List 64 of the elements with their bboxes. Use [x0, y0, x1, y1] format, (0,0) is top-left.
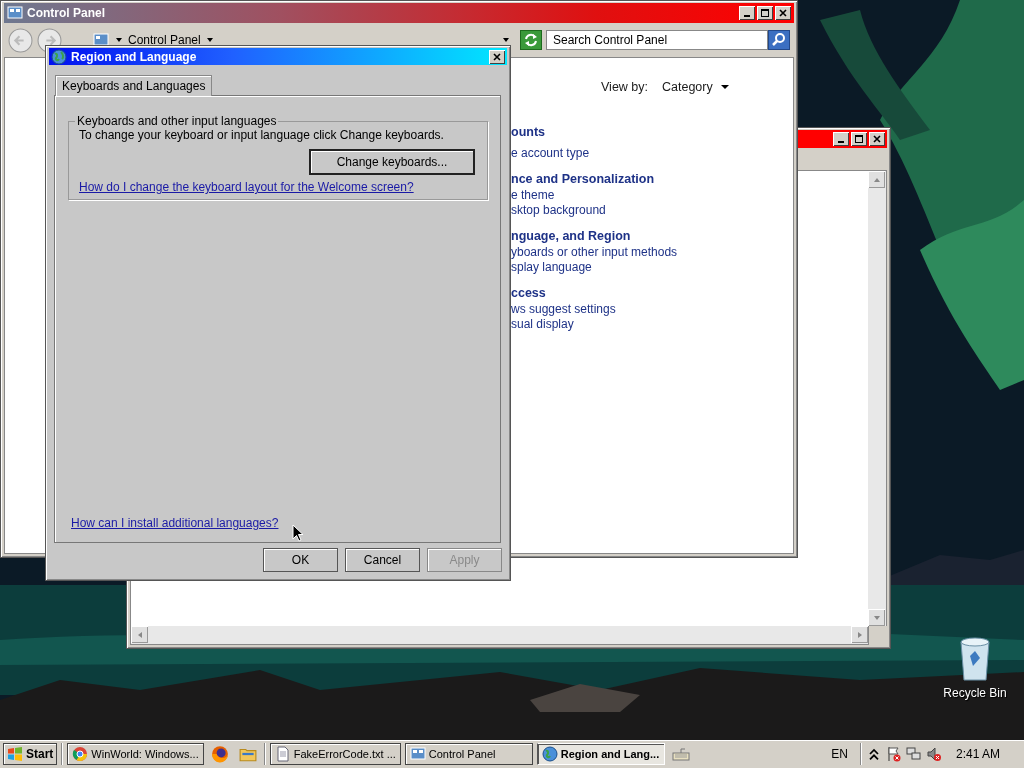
search-field[interactable]: Search Control Panel — [546, 30, 768, 50]
close-icon — [872, 134, 882, 144]
windows-logo-icon — [7, 746, 23, 762]
taskbar-button[interactable]: Control Panel — [404, 743, 533, 765]
tab[interactable]: Keyboards and Languages — [55, 75, 213, 96]
maximize-button[interactable] — [851, 132, 867, 146]
speaker-muted-icon[interactable] — [925, 746, 942, 762]
breadcrumb[interactable]: Control Panel — [128, 33, 201, 47]
category-link[interactable]: sktop background — [511, 203, 606, 218]
category-link[interactable]: e account type — [511, 146, 590, 161]
vertical-scrollbar[interactable] — [868, 171, 886, 626]
window-title: Control Panel — [27, 6, 105, 20]
close-button[interactable] — [489, 49, 505, 64]
maximize-button[interactable] — [757, 6, 773, 20]
clock[interactable]: 2:41 AM — [955, 747, 1000, 761]
recycle-bin-icon[interactable] — [957, 636, 993, 682]
help-link[interactable]: How do I change the keyboard layout for the Welcome screen? — [79, 180, 414, 194]
horizontal-scrollbar[interactable] — [130, 626, 869, 645]
group-title: Keyboards and other input languages — [76, 114, 278, 128]
minimize-button[interactable] — [739, 6, 755, 20]
network-icon[interactable] — [905, 746, 922, 762]
desktop-icon-label[interactable]: Recycle Bin — [943, 686, 1007, 700]
control-panel-icon — [409, 746, 426, 762]
dialog-button[interactable]: Cancel — [345, 548, 420, 572]
close-icon — [492, 51, 502, 62]
control-panel-icon — [7, 5, 23, 21]
minimize-button[interactable] — [833, 132, 849, 146]
category-link[interactable]: yboards or other input methods — [511, 245, 678, 260]
language-indicator[interactable]: EN — [831, 747, 848, 761]
minimize-icon — [744, 14, 750, 17]
category-link[interactable]: ws suggest settings — [511, 302, 616, 317]
taskbar-button[interactable]: FakeErrorCode.txt ... — [269, 743, 401, 765]
close-button[interactable] — [775, 6, 791, 20]
flag-icon[interactable] — [885, 746, 902, 762]
close-icon — [778, 8, 788, 18]
category-heading[interactable]: ounts — [511, 124, 546, 141]
category-link[interactable]: sual display — [511, 317, 574, 332]
close-button[interactable] — [869, 132, 885, 146]
document-icon — [274, 746, 291, 762]
category-heading[interactable]: nguage, and Region — [511, 228, 631, 245]
control-panel-icon — [92, 32, 110, 48]
caret-icon — [720, 83, 729, 91]
refresh-button[interactable] — [520, 30, 542, 50]
view-by-label: View by: — [601, 80, 648, 94]
maximize-icon — [854, 134, 864, 144]
browser-icon — [72, 746, 89, 762]
category-link[interactable]: e theme — [511, 188, 555, 203]
dialog-title: Region and Language — [71, 49, 197, 64]
category-heading[interactable]: nce and Personalization — [511, 171, 655, 188]
globe-icon — [51, 48, 67, 65]
start-button[interactable]: Start — [3, 743, 58, 765]
globe-icon — [541, 746, 558, 762]
maximize-icon — [760, 8, 770, 18]
instruction-text: To change your keyboard or input language click Change keyboards. — [79, 128, 445, 142]
search-icon[interactable] — [768, 30, 790, 50]
pointer-icon — [292, 524, 304, 542]
taskbar-button[interactable]: WinWorld: Windows... — [67, 743, 204, 765]
taskbar-button[interactable]: Region and Lang... — [536, 743, 665, 765]
category-heading[interactable]: ccess — [511, 285, 546, 302]
view-by-dropdown[interactable]: Category — [662, 80, 729, 94]
category-link[interactable]: splay language — [511, 260, 592, 275]
change-keyboards-button[interactable]: Change keyboards... — [309, 149, 475, 175]
dialog-button[interactable]: OK — [263, 548, 338, 572]
help-link[interactable]: How can I install additional languages? — [71, 516, 279, 530]
